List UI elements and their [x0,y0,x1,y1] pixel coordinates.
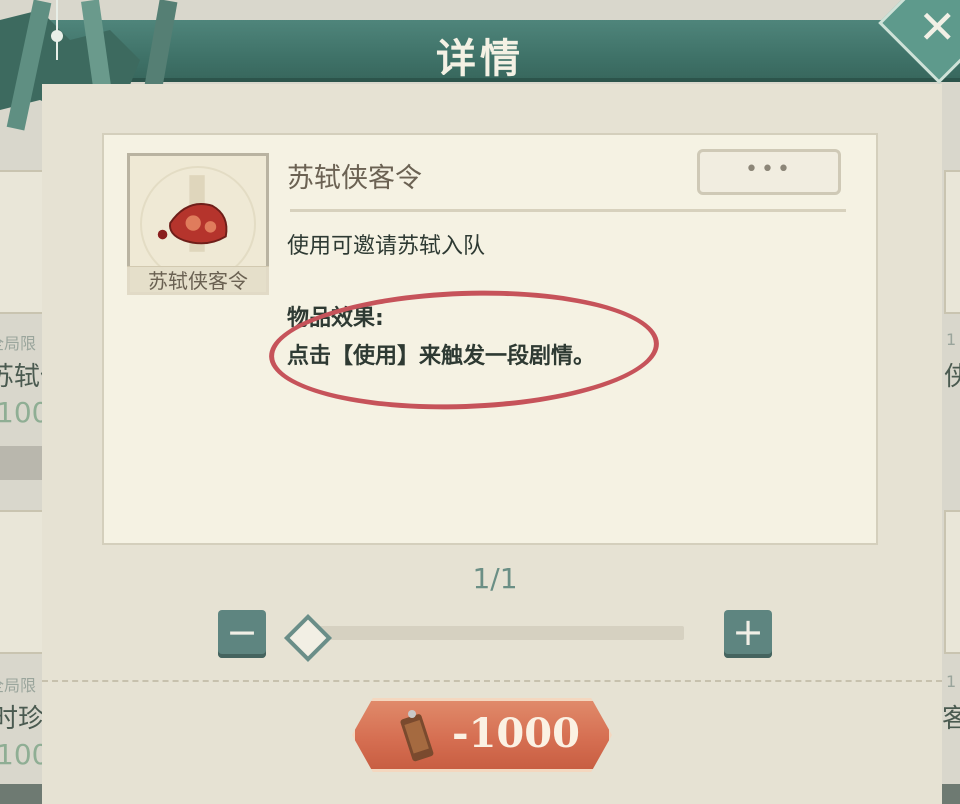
bg-left-2-name: 时珍 [0,704,45,734]
increase-quantity-button[interactable]: + [724,610,772,658]
divider [290,209,846,212]
scroll-token-icon [400,710,434,762]
item-name: 苏轼侠客令 [287,163,422,194]
bg-divider-left [0,446,46,480]
item-description: 使用可邀请苏轼入队 [287,234,486,259]
bg-right-2-name: 客 [942,704,960,734]
bg-right-1-name: 侠 [944,362,960,392]
quantity-slider-track[interactable] [296,626,684,640]
bg-left-1-small: 全局限 [0,334,37,353]
bg-left-2-small: 全局限 [0,676,37,695]
decrease-quantity-button[interactable]: − [218,610,266,658]
dialog-title: 详情 [436,35,524,82]
cost-value: -1000 [452,710,580,757]
more-options-button[interactable]: ••• [697,149,841,195]
item-caption: 苏轼侠客令 [127,266,269,295]
page-indicator: 1/1 [472,562,518,595]
footer-divider [42,680,942,682]
bg-right-1-small: 1 [946,330,957,349]
bg-card-right-1 [944,170,960,314]
bg-right-2-small: 1 [946,672,957,691]
